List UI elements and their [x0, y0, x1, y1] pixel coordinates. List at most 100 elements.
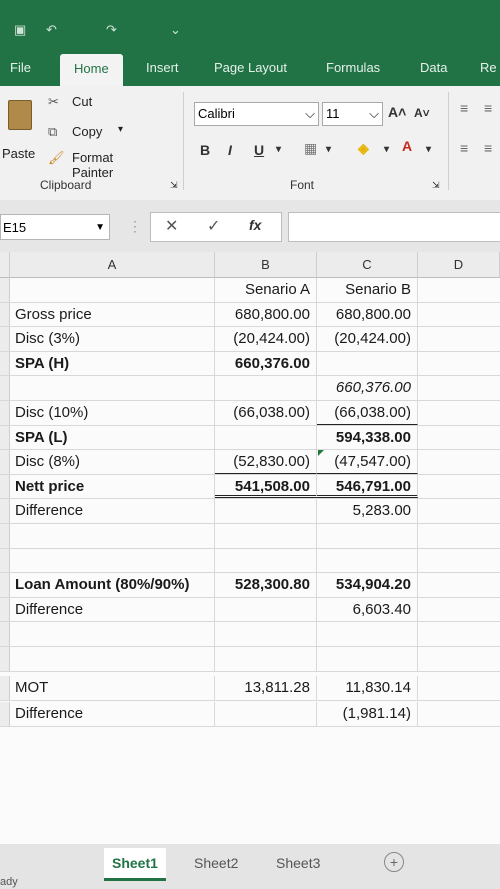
cell-a[interactable] [10, 622, 215, 646]
sheet-tab-sheet2[interactable]: Sheet2 [186, 848, 246, 878]
undo-icon[interactable]: ↶ [46, 22, 57, 38]
cell-a[interactable]: Difference [10, 597, 215, 622]
name-box[interactable]: E15 ▼ [0, 214, 110, 240]
chevron-down-icon[interactable]: ▾ [326, 144, 331, 155]
borders-icon[interactable]: ▦ [304, 140, 317, 157]
column-header-c[interactable]: C [317, 252, 418, 278]
tab-file[interactable]: File [10, 60, 31, 75]
underline-button[interactable]: U [254, 142, 264, 158]
cell-c[interactable]: 534,904.20 [317, 573, 418, 597]
cell-a[interactable] [10, 376, 215, 400]
tab-page-layout[interactable]: Page Layout [214, 60, 287, 75]
cell-b[interactable]: 528,300.80 [215, 573, 317, 597]
cell-a[interactable] [10, 524, 215, 548]
shrink-font-icon[interactable]: A˅ [414, 106, 430, 120]
tab-review[interactable]: Re [480, 60, 497, 75]
chevron-down-icon[interactable]: ▾ [384, 144, 389, 155]
row-header[interactable] [0, 702, 10, 726]
row-header[interactable] [0, 548, 10, 573]
cell-b[interactable] [215, 425, 317, 450]
drag-handle-icon[interactable]: ⋮ [128, 218, 142, 235]
row-header[interactable] [0, 351, 10, 376]
row-header[interactable] [0, 278, 10, 302]
cell-a[interactable] [10, 548, 215, 573]
font-size-select[interactable]: 11 ⌵ [322, 102, 383, 126]
paste-button[interactable]: Paste [2, 94, 42, 164]
row-header[interactable] [0, 425, 10, 450]
font-name-select[interactable]: Calibri ⌵ [194, 102, 319, 126]
row-header[interactable] [0, 597, 10, 622]
row-header[interactable] [0, 450, 10, 474]
cell-c[interactable]: 5,283.00 [317, 499, 418, 523]
cell-b[interactable] [215, 376, 317, 400]
align-left-icon[interactable]: ≡ [460, 140, 468, 156]
cell-c[interactable] [317, 524, 418, 548]
cell-b[interactable] [215, 499, 317, 523]
column-header-a[interactable]: A [10, 252, 215, 278]
cell-b[interactable]: 680,800.00 [215, 302, 317, 327]
cell-a[interactable]: SPA (H) [10, 351, 215, 376]
grow-font-icon[interactable]: A˄ [388, 104, 406, 120]
cell-c[interactable]: (1,981.14) [317, 702, 418, 726]
cell-c[interactable]: Senario B [317, 278, 418, 302]
dialog-launcher-icon[interactable]: ⇲ [432, 180, 440, 191]
font-color-icon[interactable]: A [402, 138, 412, 154]
tab-home[interactable]: Home [60, 54, 123, 86]
cell-c[interactable]: 660,376.00 [317, 376, 418, 400]
cell-a[interactable]: Loan Amount (80%/90%) [10, 573, 215, 597]
redo-icon[interactable]: ↷ [106, 22, 117, 38]
cell-c[interactable]: 594,338.00 [317, 425, 418, 450]
select-all-corner[interactable] [0, 252, 10, 278]
cell-c[interactable]: 6,603.40 [317, 597, 418, 622]
row-header[interactable] [0, 573, 10, 597]
row-header[interactable] [0, 622, 10, 646]
insert-function-icon[interactable]: fx [249, 217, 261, 233]
cell-a[interactable]: Difference [10, 702, 215, 726]
cell-b[interactable]: (20,424.00) [215, 327, 317, 351]
cell-b[interactable]: (52,830.00) [215, 450, 317, 474]
formula-input[interactable] [288, 212, 500, 242]
cell-b[interactable]: 660,376.00 [215, 351, 317, 376]
cell-c[interactable]: 546,791.00 [317, 474, 418, 499]
cell-c[interactable]: 11,830.14 [317, 676, 418, 700]
cell-c[interactable] [317, 351, 418, 376]
add-sheet-icon[interactable]: + [384, 852, 404, 872]
cell-a[interactable]: SPA (L) [10, 425, 215, 450]
cell-c[interactable]: (66,038.00) [317, 401, 418, 425]
enter-icon[interactable]: ✓ [207, 216, 220, 236]
error-indicator[interactable] [318, 450, 324, 457]
align-center-icon[interactable]: ≡ [484, 140, 492, 156]
cell-a[interactable]: Difference [10, 499, 215, 523]
cell-b[interactable] [215, 702, 317, 726]
cell-b[interactable]: 13,811.28 [215, 676, 317, 700]
cell-c[interactable]: 680,800.00 [317, 302, 418, 327]
cell-c[interactable]: (20,424.00) [317, 327, 418, 351]
row-header[interactable] [0, 524, 10, 548]
cell-b[interactable]: (66,038.00) [215, 401, 317, 425]
row-header[interactable] [0, 499, 10, 523]
cell-b[interactable] [215, 622, 317, 646]
align-middle-icon[interactable]: ≡ [484, 100, 492, 116]
save-icon[interactable]: ▣ [14, 22, 26, 38]
cell-b[interactable]: 541,508.00 [215, 474, 317, 499]
row-header[interactable] [0, 401, 10, 425]
chevron-down-icon[interactable]: ▾ [426, 144, 431, 155]
cancel-icon[interactable]: ✕ [165, 216, 178, 236]
fill-color-icon[interactable]: ◈ [358, 140, 369, 157]
column-header-b[interactable]: B [215, 252, 317, 278]
cell-c[interactable]: (47,547.00) [317, 450, 418, 474]
row-header[interactable] [0, 376, 10, 400]
row-header[interactable] [0, 647, 10, 671]
cell-c[interactable] [317, 622, 418, 646]
dialog-launcher-icon[interactable]: ⇲ [170, 180, 178, 191]
cell-a[interactable]: MOT [10, 676, 215, 700]
tab-data[interactable]: Data [420, 60, 447, 75]
sheet-tab-sheet1[interactable]: Sheet1 [104, 848, 166, 881]
cell-a[interactable]: Disc (8%) [10, 450, 215, 474]
cell-b[interactable] [215, 597, 317, 622]
column-header-d[interactable]: D [418, 252, 500, 278]
cell-c[interactable] [317, 548, 418, 573]
tab-insert[interactable]: Insert [146, 60, 179, 75]
row-header[interactable] [0, 302, 10, 327]
sheet-tab-sheet3[interactable]: Sheet3 [268, 848, 328, 878]
